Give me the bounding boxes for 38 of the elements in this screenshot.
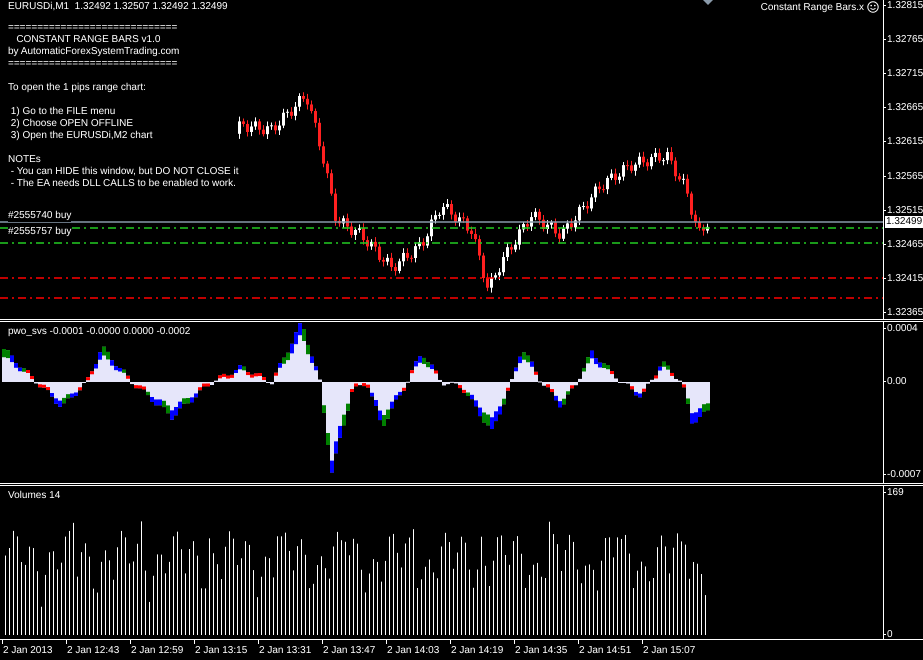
chart-title: EURUSDi,M1 1.32492 1.32507 1.32492 1.32499 (8, 1, 228, 12)
price-label: 1.32515 (884, 204, 923, 216)
price-label: 1.32815 (884, 0, 923, 11)
price-label: 1.32415 (884, 272, 923, 284)
time-label: 2 Jan 14:03 (386, 640, 440, 660)
volume-scale-label: 0 (884, 629, 893, 640)
time-label: 2 Jan 13:47 (322, 640, 376, 660)
indicator-scale-label: 0.00 (884, 376, 906, 387)
info-text: 2) Choose OPEN OFFLINE (8, 118, 134, 130)
price-label: 1.32715 (884, 68, 923, 80)
volume-scale-label: 169 (884, 487, 904, 498)
time-label: 2 Jan 15:07 (642, 640, 696, 660)
time-label: 2 Jan 12:59 (130, 640, 184, 660)
price-label: 1.32615 (884, 136, 923, 148)
time-label: 2 Jan 14:51 (578, 640, 632, 660)
price-label: 1.32765 (884, 34, 923, 46)
info-text: - You can HIDE this window, but DO NOT CLOSE it (8, 166, 238, 178)
price-label: 1.32365 (884, 306, 923, 318)
indicator-label: pwo_svs -0.0001 -0.0000 0.0000 -0.0002 (8, 326, 190, 337)
time-label: 2 Jan 14:35 (514, 640, 568, 660)
price-label: 1.32465 (884, 238, 923, 250)
info-text: 3) Open the EURUSDi,M2 chart (8, 130, 152, 142)
indicator-scale-label: -0.0007 (884, 469, 921, 480)
indicator-scale-label: 0.0004 (884, 323, 918, 334)
price-label: 1.32565 (884, 170, 923, 182)
order-label: #2555740 buy (8, 210, 72, 222)
time-label: 2 Jan 2013 (2, 640, 52, 660)
order-label: #2555757 buy (8, 226, 72, 238)
expert-name: Constant Range Bars.x (760, 2, 864, 12)
time-label: 2 Jan 13:15 (194, 640, 248, 660)
info-text: To open the 1 pips range chart: (8, 82, 146, 94)
price-label: 1.32665 (884, 102, 923, 114)
info-text: by AutomaticForexSystemTrading.com (8, 46, 180, 58)
time-label: 2 Jan 13:31 (258, 640, 312, 660)
indicator-label: Volumes 14 (8, 490, 60, 501)
time-label: 2 Jan 14:19 (450, 640, 504, 660)
current-price-label: 1.32499 (885, 216, 923, 228)
time-label: 2 Jan 12:43 (66, 640, 120, 660)
